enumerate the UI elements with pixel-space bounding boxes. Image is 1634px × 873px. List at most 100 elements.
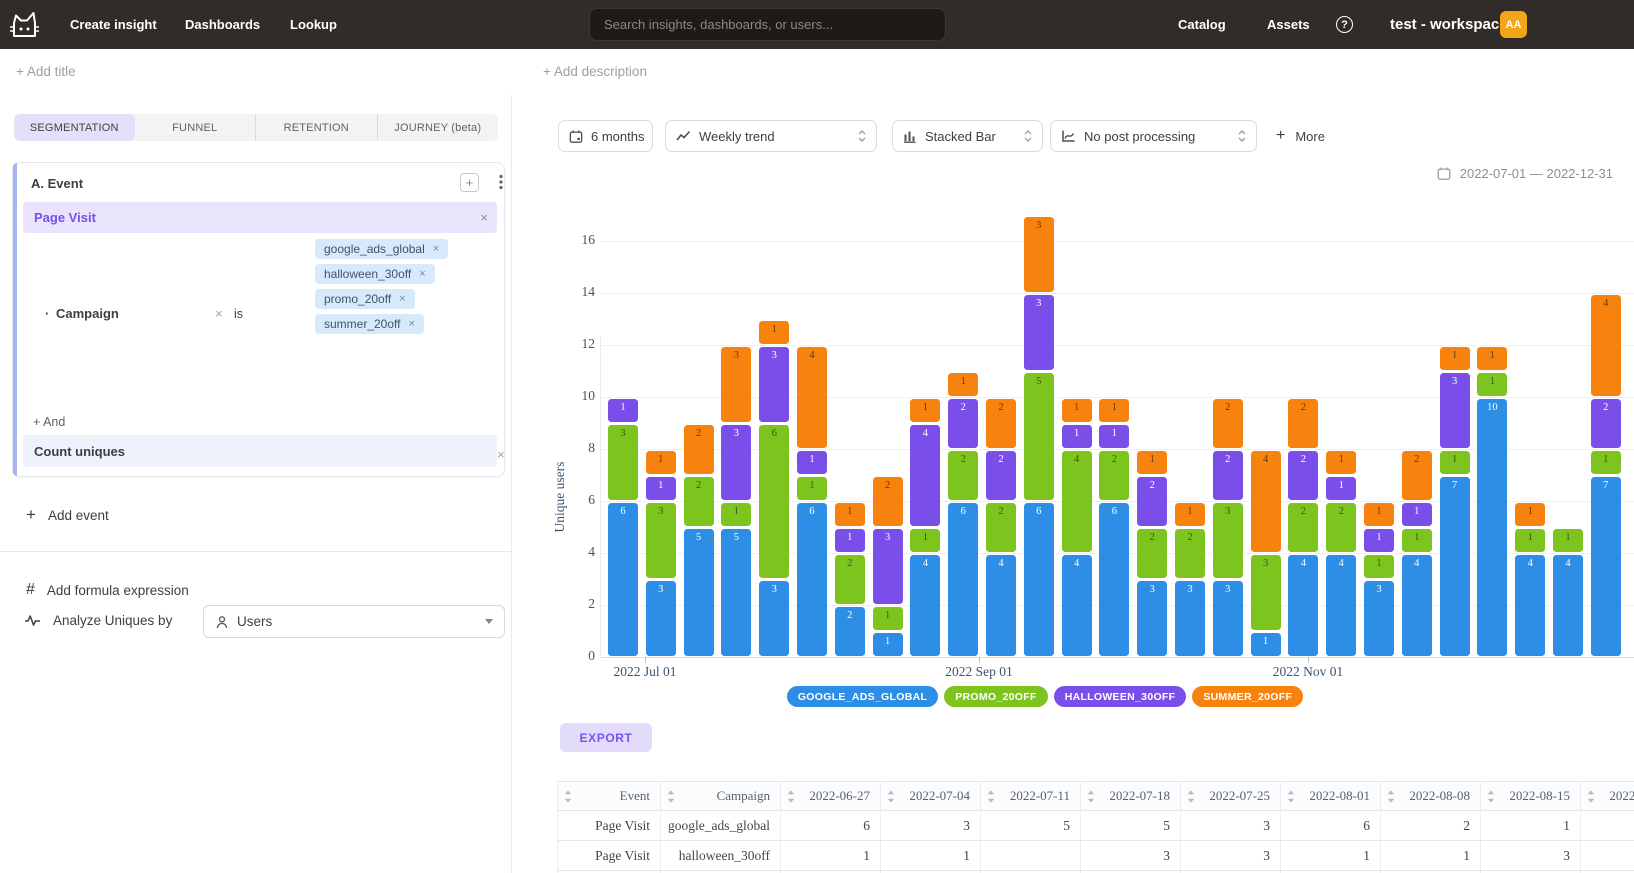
bar-segment[interactable]: 3 (759, 581, 789, 656)
legend-item-google_ads_global[interactable]: GOOGLE_ADS_GLOBAL (787, 686, 938, 707)
tab-retention[interactable]: RETENTION (255, 114, 377, 141)
column-header[interactable]: 2022-07-11 (981, 782, 1081, 811)
help-icon[interactable]: ? (1336, 16, 1353, 33)
column-header[interactable]: 2022-08-15 (1481, 782, 1581, 811)
bar-segment[interactable]: 1 (835, 529, 865, 552)
bar-segment[interactable]: 3 (1440, 373, 1470, 448)
bar-segment[interactable]: 2 (1288, 451, 1318, 500)
add-title-field[interactable]: + Add title (16, 64, 76, 79)
filter-value-pill[interactable]: google_ads_global× (315, 239, 448, 259)
aggregation-selector[interactable]: Count uniques (23, 435, 497, 467)
bar-segment[interactable]: 1 (1553, 529, 1583, 552)
column-header[interactable]: 2022-07-04 (881, 782, 981, 811)
cat-logo-icon[interactable] (8, 9, 40, 41)
bar-segment[interactable]: 4 (1515, 555, 1545, 656)
bar-segment[interactable]: 1 (1099, 399, 1129, 422)
bar-segment[interactable]: 2 (835, 607, 865, 656)
chart-type-select[interactable]: Stacked Bar (892, 120, 1043, 152)
bar-segment[interactable]: 1 (1099, 425, 1129, 448)
sort-icon[interactable] (1387, 790, 1395, 803)
filter-property[interactable]: Campaign (56, 306, 119, 321)
bar-segment[interactable]: 3 (1175, 581, 1205, 656)
bar-segment[interactable]: 3 (1213, 503, 1243, 578)
sort-icon[interactable] (1187, 790, 1195, 803)
bar-segment[interactable]: 2 (1288, 503, 1318, 552)
bar-segment[interactable]: 4 (1591, 295, 1621, 396)
remove-breakdown-row-icon[interactable]: × (497, 447, 505, 462)
bar-segment[interactable]: 4 (797, 347, 827, 448)
add-event-button[interactable]: + Add event (26, 505, 109, 525)
bar-segment[interactable]: 3 (646, 581, 676, 656)
legend-item-halloween_30off[interactable]: HALLOWEEN_30OFF (1054, 686, 1187, 707)
sort-icon[interactable] (667, 790, 675, 803)
column-header[interactable]: 2022-08-08 (1381, 782, 1481, 811)
column-header[interactable]: Campaign (661, 782, 781, 811)
bar-segment[interactable]: 2 (1137, 477, 1167, 526)
sort-icon[interactable] (1487, 790, 1495, 803)
remove-value-icon[interactable]: × (399, 293, 405, 305)
bar-segment[interactable]: 2 (684, 477, 714, 526)
filter-value-pill[interactable]: halloween_30off× (315, 264, 435, 284)
sort-icon[interactable] (887, 790, 895, 803)
bar-segment[interactable]: 2 (948, 399, 978, 448)
bar-segment[interactable]: 1 (1364, 503, 1394, 526)
bar-segment[interactable]: 1 (835, 503, 865, 526)
sort-icon[interactable] (1087, 790, 1095, 803)
nav-create-insight[interactable]: Create insight (70, 0, 157, 49)
bar-segment[interactable]: 1 (1515, 503, 1545, 526)
bar-segment[interactable]: 3 (1251, 555, 1281, 630)
bar-segment[interactable]: 1 (1515, 529, 1545, 552)
bar-segment[interactable]: 4 (910, 425, 940, 526)
bar-segment[interactable]: 1 (1591, 451, 1621, 474)
bar-segment[interactable]: 1 (1326, 477, 1356, 500)
bar-segment[interactable]: 1 (910, 399, 940, 422)
bar-segment[interactable]: 3 (721, 425, 751, 500)
analyze-by-select[interactable]: Users (203, 605, 505, 638)
bar-segment[interactable]: 1 (1402, 529, 1432, 552)
bar-segment[interactable]: 1 (1477, 347, 1507, 370)
bar-segment[interactable]: 4 (1402, 555, 1432, 656)
bar-segment[interactable]: 3 (1024, 217, 1054, 292)
bar-segment[interactable]: 1 (910, 529, 940, 552)
bar-segment[interactable]: 2 (1137, 529, 1167, 578)
nav-catalog[interactable]: Catalog (1178, 0, 1226, 49)
bar-segment[interactable]: 7 (1440, 477, 1470, 656)
sort-icon[interactable] (1587, 790, 1595, 803)
bar-segment[interactable]: 2 (1326, 503, 1356, 552)
remove-event-icon[interactable]: × (480, 210, 488, 225)
bar-segment[interactable]: 3 (721, 347, 751, 422)
bar-segment[interactable]: 1 (608, 399, 638, 422)
bar-segment[interactable]: 1 (646, 451, 676, 474)
column-header[interactable]: Event (558, 782, 661, 811)
avatar[interactable]: AA (1500, 11, 1527, 38)
bar-segment[interactable]: 6 (1024, 503, 1054, 656)
bar-segment[interactable]: 6 (1099, 503, 1129, 656)
filter-value-pill[interactable]: summer_20off× (315, 314, 424, 334)
sort-icon[interactable] (564, 790, 572, 803)
bar-segment[interactable]: 3 (608, 425, 638, 500)
legend-item-summer_20off[interactable]: SUMMER_20OFF (1192, 686, 1303, 707)
nav-dashboards[interactable]: Dashboards (185, 0, 260, 49)
bar-segment[interactable]: 4 (1062, 451, 1092, 552)
bar-segment[interactable]: 6 (948, 503, 978, 656)
bar-segment[interactable]: 6 (797, 503, 827, 656)
bar-segment[interactable]: 1 (1062, 399, 1092, 422)
bar-segment[interactable]: 3 (1364, 581, 1394, 656)
bar-segment[interactable]: 1 (1402, 503, 1432, 526)
bar-segment[interactable]: 1 (1062, 425, 1092, 448)
remove-value-icon[interactable]: × (419, 268, 425, 280)
tab-funnel[interactable]: FUNNEL (135, 114, 256, 141)
event-selector[interactable]: Page Visit × (23, 202, 497, 233)
bar-segment[interactable]: 3 (646, 503, 676, 578)
bar-segment[interactable]: 2 (684, 425, 714, 474)
trend-select[interactable]: Weekly trend (665, 120, 877, 152)
bar-segment[interactable]: 4 (910, 555, 940, 656)
bar-segment[interactable]: 5 (1024, 373, 1054, 500)
post-processing-select[interactable]: No post processing (1050, 120, 1257, 152)
bar-segment[interactable]: 10 (1477, 399, 1507, 656)
bar-segment[interactable]: 1 (873, 633, 903, 656)
bar-segment[interactable]: 2 (1213, 399, 1243, 448)
export-button[interactable]: EXPORT (560, 723, 652, 752)
bar-segment[interactable]: 4 (1288, 555, 1318, 656)
bar-segment[interactable]: 1 (1364, 529, 1394, 552)
